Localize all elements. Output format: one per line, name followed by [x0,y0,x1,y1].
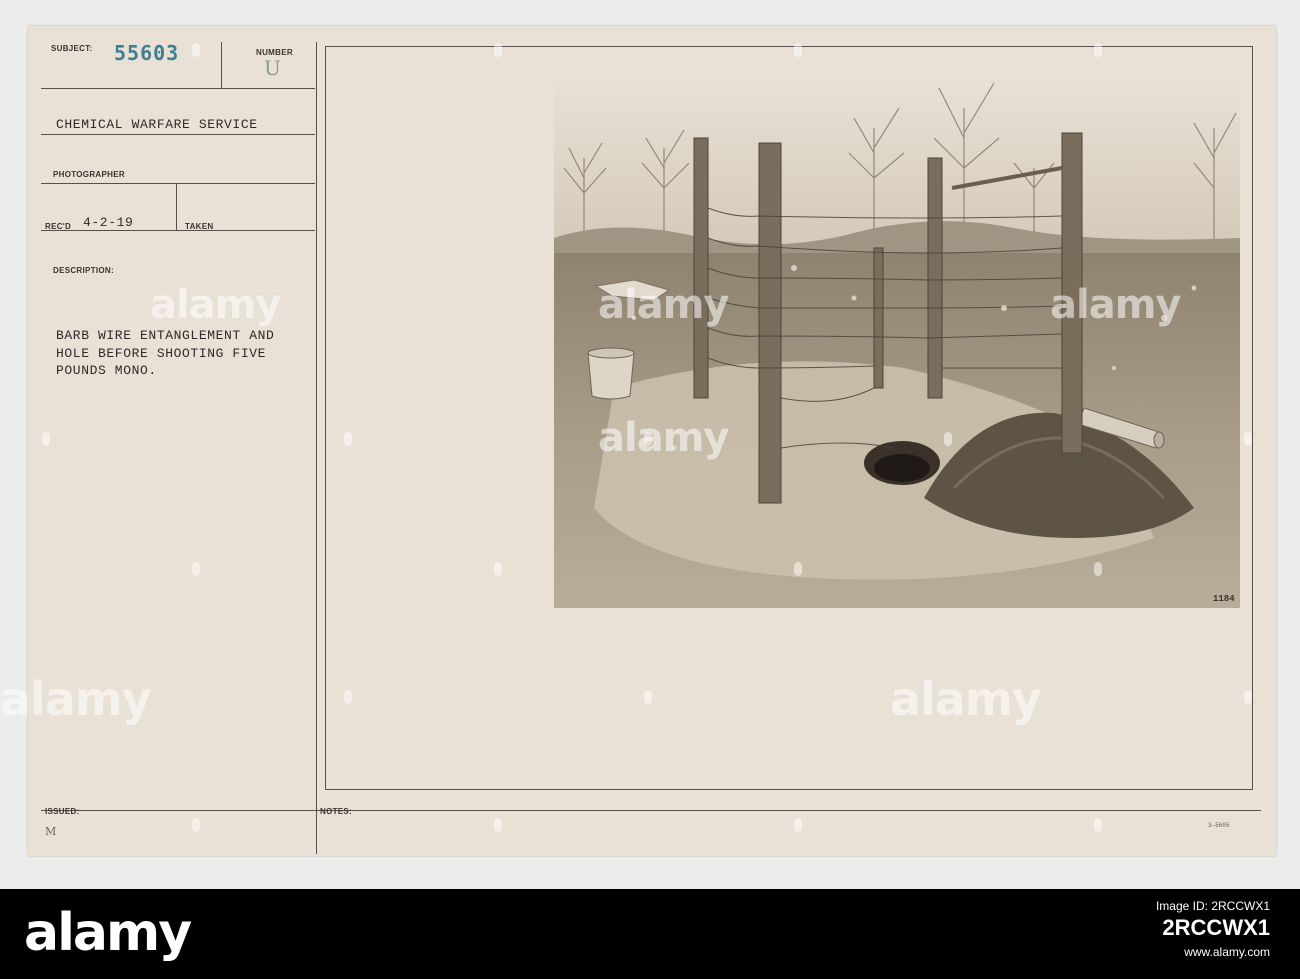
watermark-dot [944,432,952,446]
watermark-dot [644,432,652,446]
watermark-dot [344,690,352,704]
divider [41,134,315,135]
description-line: BARB WIRE ENTANGLEMENT AND [56,328,275,343]
watermark-dot [494,818,502,832]
watermark-dot [494,43,502,57]
recd-date: 4-2-19 [83,215,134,230]
divider [41,183,315,184]
watermark-dot [794,43,802,57]
footer-bar: alamy Image ID: 2RCCWX1 2RCCWX1 www.alam… [0,889,1300,979]
watermark-dot [42,432,50,446]
alamy-logo[interactable]: alamy [24,903,192,963]
watermark-dot [344,432,352,446]
watermark-dot [192,818,200,832]
watermark: alamy [1050,282,1181,328]
watermark-dot [1244,432,1252,446]
watermark-dot [1094,818,1102,832]
watermark: alamy [598,282,729,328]
photographer-label: PHOTOGRAPHER [53,170,125,179]
watermark-dot [1094,562,1102,576]
field-photo-graphic [554,68,1240,608]
number-stamp: U [264,56,281,80]
watermark: alamy [150,282,281,328]
description-line: HOLE BEFORE SHOOTING FIVE [56,346,267,361]
print-number: 1184 [1213,594,1235,604]
subject-label: SUBJECT: [51,44,93,53]
subject-number: 55603 [114,41,180,65]
divider [176,184,177,230]
watermark: alamy [890,672,1042,726]
divider [41,810,1261,811]
organization-name: CHEMICAL WARFARE SERVICE [56,117,258,132]
notes-label: NOTES: [320,807,353,816]
watermark-dot [1244,690,1252,704]
watermark-dot [192,43,200,57]
watermark-dot [794,818,802,832]
divider [41,230,315,231]
watermark: alamy [598,415,729,461]
watermark-dot [192,562,200,576]
watermark-dot [644,690,652,704]
image-id-code: 2RCCWX1 [1162,915,1270,940]
archival-photo [554,68,1240,608]
divider [221,42,222,88]
form-code: 3—5605 [1208,822,1230,829]
watermark-dot [1094,43,1102,57]
watermark-dot [794,562,802,576]
site-link[interactable]: www.alamy.com [1184,945,1270,959]
description-label: DESCRIPTION: [53,266,114,275]
divider [41,88,315,89]
issued-label: ISSUED: [45,807,80,816]
issued-mark: M [45,825,57,838]
watermark-dot [494,562,502,576]
divider [316,42,317,854]
watermark: alamy [0,672,152,726]
description-line: POUNDS MONO. [56,363,157,378]
image-id-label: Image ID: 2RCCWX1 [1155,899,1270,913]
